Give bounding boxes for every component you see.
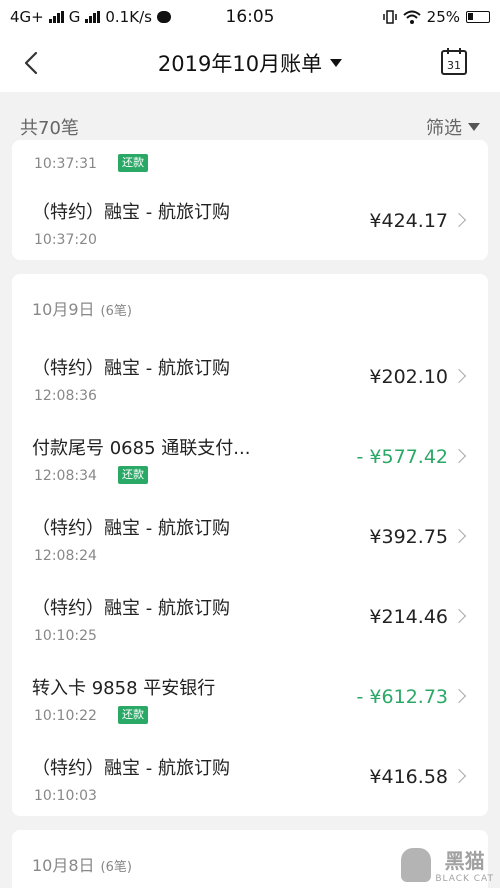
transaction-row[interactable]: 10:37:31 还款 xyxy=(12,140,488,172)
transaction-row[interactable]: 转入卡 9858 平安银行 10:10:22 还款 - ¥612.73 xyxy=(12,656,488,736)
date-count: (6笔) xyxy=(100,304,132,319)
date-count: (6笔) xyxy=(100,860,132,875)
transaction-title: 转入卡 9858 平安银行 xyxy=(32,678,216,699)
transaction-time: 10:37:31 xyxy=(34,156,97,172)
watermark: 黑猫 BLACK CAT xyxy=(401,845,494,884)
calendar-icon[interactable]: 31 xyxy=(440,46,468,76)
transaction-amount: - ¥612.73 xyxy=(356,686,448,708)
transaction-time: 10:10:25 xyxy=(34,628,97,644)
chevron-right-icon xyxy=(451,212,467,228)
chevron-right-icon xyxy=(451,528,467,544)
network-type-1: 4G+ xyxy=(10,8,44,26)
transaction-title: （特约）融宝 - 航旅订购 xyxy=(32,358,230,379)
status-bar: 4G+ G 0.1K/s 16:05 25% xyxy=(0,0,500,34)
transaction-amount: - ¥577.42 xyxy=(356,446,448,468)
network-type-2: G xyxy=(68,8,81,26)
date-header: 10月9日 (6笔) xyxy=(32,296,132,320)
transaction-row[interactable]: （特约）融宝 - 航旅订购 12:08:36 ¥202.10 xyxy=(12,336,488,416)
transaction-row[interactable]: （特约）融宝 - 航旅订购 10:10:25 ¥214.46 xyxy=(12,576,488,656)
vibrate-icon xyxy=(382,10,397,24)
watermark-en: BLACK CAT xyxy=(435,874,494,884)
cat-logo-icon xyxy=(401,847,432,882)
chevron-right-icon xyxy=(451,448,467,464)
chevron-right-icon xyxy=(451,368,467,384)
day-group-card: 10月9日 (6笔) （特约）融宝 - 航旅订购 12:08:36 ¥202.10… xyxy=(12,274,488,816)
watermark-text: 黑猫 BLACK CAT xyxy=(435,845,494,884)
transaction-card: 10:37:31 还款 （特约）融宝 - 航旅订购 10:37:20 ¥424.… xyxy=(12,140,488,260)
transaction-row[interactable]: （特约）融宝 - 航旅订购 10:37:20 ¥424.17 xyxy=(12,180,488,260)
filter-button[interactable]: 筛选 xyxy=(426,114,480,140)
transaction-row[interactable]: 付款尾号 0685 通联支付... 12:08:34 还款 - ¥577.42 xyxy=(12,416,488,496)
filter-label: 筛选 xyxy=(426,118,462,139)
wifi-icon xyxy=(402,10,421,24)
transaction-time: 10:10:22 xyxy=(34,708,97,724)
watermark-cn: 黑猫 xyxy=(444,849,485,873)
transaction-title: （特约）融宝 - 航旅订购 xyxy=(32,202,230,223)
message-icon xyxy=(156,11,171,23)
transaction-title: （特约）融宝 - 航旅订购 xyxy=(32,758,230,779)
chevron-right-icon xyxy=(451,768,467,784)
transaction-amount: ¥214.46 xyxy=(369,606,448,628)
transaction-time: 10:37:20 xyxy=(34,232,97,248)
transaction-title: （特约）融宝 - 航旅订购 xyxy=(32,518,230,539)
transaction-count: 共70笔 xyxy=(20,118,79,139)
transaction-amount: ¥392.75 xyxy=(369,526,448,548)
page-title: 2019年10月账单 xyxy=(157,52,323,76)
date-header: 10月8日 (6笔) xyxy=(32,852,132,876)
transaction-row[interactable]: （特约）融宝 - 航旅订购 10:10:03 ¥416.58 xyxy=(12,736,488,816)
repay-tag: 还款 xyxy=(118,154,148,172)
transaction-time: 10:10:03 xyxy=(34,788,97,804)
transaction-title: 付款尾号 0685 通联支付... xyxy=(32,438,251,459)
signal-icon-2 xyxy=(85,11,101,23)
caret-down-icon xyxy=(468,123,480,131)
chevron-right-icon xyxy=(451,608,467,624)
caret-down-icon xyxy=(330,59,343,67)
transaction-time: 12:08:36 xyxy=(34,388,97,404)
battery-icon xyxy=(466,11,490,23)
month-selector[interactable]: 2019年10月账单 xyxy=(157,48,343,78)
transaction-time: 12:08:34 xyxy=(34,468,97,484)
repay-tag: 还款 xyxy=(118,706,148,724)
status-right: 25% xyxy=(382,8,490,26)
repay-tag: 还款 xyxy=(118,466,148,484)
transaction-title: （特约）融宝 - 航旅订购 xyxy=(32,598,230,619)
date-label: 10月9日 xyxy=(32,300,95,319)
transaction-amount: ¥424.17 xyxy=(369,210,448,232)
transaction-row[interactable]: （特约）融宝 - 航旅订购 12:08:24 ¥392.75 xyxy=(12,496,488,576)
battery-percent: 25% xyxy=(426,8,460,26)
transaction-time: 12:08:24 xyxy=(34,548,97,564)
signal-icon xyxy=(48,11,64,23)
chevron-right-icon xyxy=(451,688,467,704)
status-left: 4G+ G 0.1K/s xyxy=(10,8,383,26)
date-label: 10月8日 xyxy=(32,856,95,875)
calendar-day: 31 xyxy=(447,59,461,72)
transaction-amount: ¥202.10 xyxy=(369,366,448,388)
back-arrow-icon[interactable] xyxy=(18,48,46,78)
network-speed: 0.1K/s xyxy=(105,8,152,26)
nav-bar: 2019年10月账单 31 xyxy=(0,34,500,92)
transaction-amount: ¥416.58 xyxy=(369,766,448,788)
